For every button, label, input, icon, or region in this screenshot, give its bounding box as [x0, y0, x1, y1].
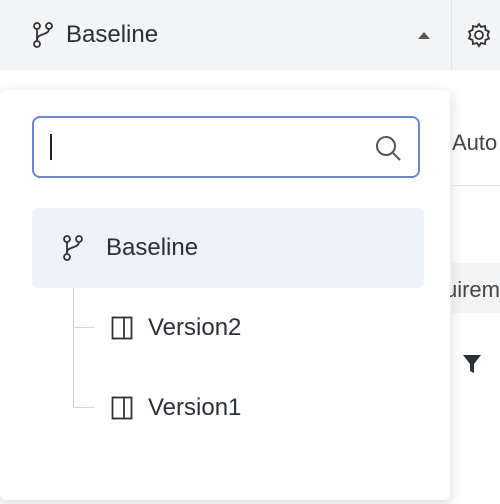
caret-up-icon[interactable] — [418, 32, 430, 39]
branch-icon — [32, 21, 58, 49]
background-partial-text: Auto — [452, 130, 498, 155]
tree-item-label: Baseline — [106, 234, 199, 261]
top-bar: Baseline — [0, 0, 500, 70]
branch-dropdown: Baseline Version2 Version1 — [0, 90, 450, 500]
panel-icon — [110, 315, 134, 341]
branch-selector[interactable]: Baseline — [14, 0, 450, 70]
branch-icon — [60, 234, 86, 262]
tree-item-label: Version1 — [148, 394, 242, 421]
gear-icon[interactable] — [466, 22, 492, 48]
tree-item-version1[interactable]: Version1 — [110, 386, 241, 430]
branch-label: Baseline — [66, 21, 159, 48]
tree-connector — [73, 327, 95, 328]
toolbar-divider — [451, 0, 452, 70]
background-partial-text-2: uirem — [446, 277, 500, 302]
filter-icon[interactable] — [462, 353, 482, 375]
search-input[interactable] — [46, 118, 370, 178]
tree-item-version2[interactable]: Version2 — [110, 306, 241, 350]
tree-item-baseline[interactable]: Baseline — [32, 208, 424, 288]
search-icon[interactable] — [372, 132, 404, 164]
tree-connector — [73, 407, 95, 408]
background-divider — [452, 185, 500, 186]
search-field[interactable] — [32, 116, 420, 178]
text-cursor — [50, 134, 52, 160]
tree-item-label: Version2 — [148, 314, 242, 341]
tree-connector — [73, 288, 74, 408]
panel-icon — [110, 395, 134, 421]
